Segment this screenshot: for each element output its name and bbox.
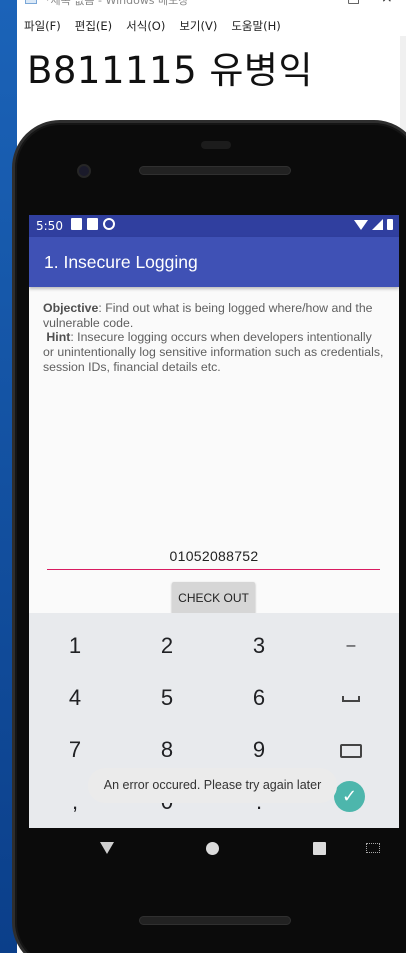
hint-text: : Insecure logging occurs when developer… <box>43 330 384 374</box>
notepad-text-area[interactable]: B811115 유병익 <box>27 40 313 94</box>
menu-view[interactable]: 보기(V) <box>172 16 224 36</box>
front-camera-icon <box>77 164 91 178</box>
status-notification-icons <box>71 218 115 230</box>
card-number-input[interactable]: 01052088752 <box>29 548 399 564</box>
keyboard-icon[interactable] <box>366 843 380 853</box>
checkmark-icon: ✓ <box>341 786 358 807</box>
key-minus[interactable]: – <box>305 620 397 672</box>
hint-label: Hint <box>46 330 71 345</box>
menu-file[interactable]: 파일(F) <box>17 16 68 36</box>
wifi-icon <box>354 219 368 230</box>
battery-icon <box>387 219 393 230</box>
notepad-titlebar[interactable]: *제목 없음 - Windows 메모장 − □ × <box>17 0 406 12</box>
app-title: 1. Insecure Logging <box>44 252 198 272</box>
key-2[interactable]: 2 <box>121 620 213 672</box>
sd-card-icon <box>87 218 98 230</box>
space-icon <box>342 696 360 703</box>
minimize-icon[interactable]: − <box>317 0 329 6</box>
key-done[interactable]: ✓ <box>334 781 365 812</box>
clipboard-icon <box>71 218 82 230</box>
menu-format[interactable]: 서식(O) <box>119 16 172 36</box>
status-time: 5:50 <box>36 219 63 233</box>
close-icon[interactable]: × <box>381 0 393 6</box>
android-nav-bar <box>29 828 399 870</box>
notepad-menubar: 파일(F) 편집(E) 서식(O) 보기(V) 도움말(H) <box>17 16 406 36</box>
phone-top-slot <box>201 141 231 149</box>
notepad-title: *제목 없음 - Windows 메모장 <box>45 0 189 7</box>
input-underline <box>47 569 380 570</box>
key-1[interactable]: 1 <box>29 620 121 672</box>
key-6[interactable]: 6 <box>213 672 305 724</box>
notepad-app-icon <box>25 0 37 4</box>
menu-edit[interactable]: 편집(E) <box>68 16 119 36</box>
status-system-icons <box>354 219 393 230</box>
check-out-button[interactable]: CHECK OUT <box>172 582 255 614</box>
key-space[interactable] <box>305 672 397 724</box>
status-bar: 5:50 <box>29 215 399 237</box>
key-3[interactable]: 3 <box>213 620 305 672</box>
key-4[interactable]: 4 <box>29 672 121 724</box>
app-bar: 1. Insecure Logging <box>29 237 399 287</box>
bottom-speaker <box>139 916 291 925</box>
backspace-icon <box>340 744 362 759</box>
home-circle-icon[interactable] <box>206 842 219 855</box>
maximize-icon[interactable]: □ <box>347 0 360 6</box>
signal-icon <box>372 219 383 230</box>
challenge-description: Objective: Find out what is being logged… <box>43 301 386 375</box>
recents-square-icon[interactable] <box>313 842 326 855</box>
menu-help[interactable]: 도움말(H) <box>224 16 287 36</box>
blocked-icon <box>103 218 115 230</box>
key-5[interactable]: 5 <box>121 672 213 724</box>
error-toast: An error occured. Please try again later <box>88 768 337 803</box>
objective-label: Objective <box>43 301 99 315</box>
phone-screen: 5:50 1. Insecure Logging Objective: Find… <box>29 215 399 828</box>
earpiece-speaker <box>139 166 291 175</box>
back-triangle-icon[interactable] <box>100 842 114 854</box>
